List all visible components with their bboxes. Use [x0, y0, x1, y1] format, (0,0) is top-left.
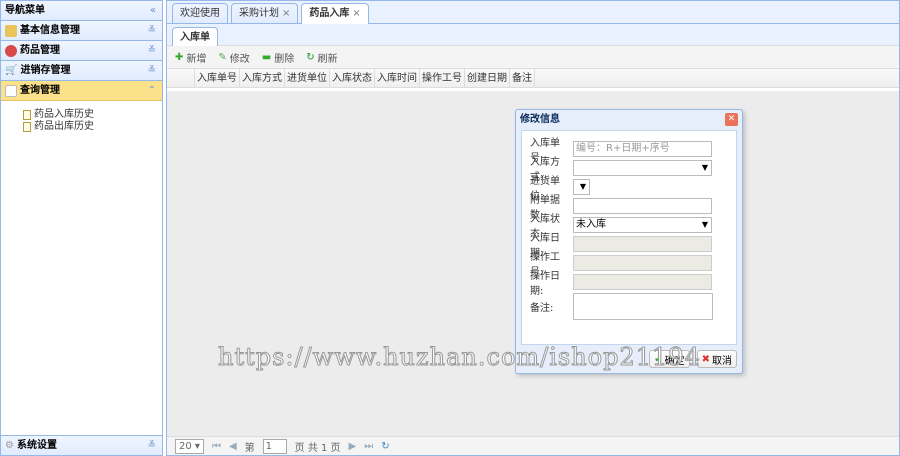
delete-label: 删除 — [274, 53, 295, 65]
dropdown-arrow-icon: ▼ — [701, 163, 708, 172]
section-basic-info[interactable]: 基本信息管理 ≚ — [1, 21, 162, 41]
tab-welcome[interactable]: 欢迎使用 — [172, 3, 228, 23]
cancel-button[interactable]: ✖ 取消 — [696, 350, 737, 368]
plus-icon: ✚ — [175, 51, 184, 63]
refresh-button[interactable]: ↻ 刷新 — [306, 50, 337, 65]
column-header[interactable]: 备注 — [509, 69, 535, 87]
column-header[interactable]: 入库单号 — [194, 69, 239, 87]
next-page-icon[interactable]: ▶ — [349, 441, 357, 452]
edit-label: 修改 — [229, 53, 250, 65]
file-icon — [23, 122, 31, 132]
nav-item-outbound-history[interactable]: 药品出库历史 — [23, 121, 162, 133]
page-icon — [5, 84, 17, 97]
first-page-icon[interactable]: ⏮ — [212, 441, 221, 452]
sidebar-title: 导航菜单 — [5, 4, 45, 16]
field-label: 备注: — [530, 302, 554, 314]
close-icon[interactable]: × — [352, 8, 360, 19]
column-header[interactable]: 入库时间 — [374, 69, 419, 87]
column-header[interactable]: 操作工号 — [419, 69, 464, 87]
tab-label: 欢迎使用 — [180, 8, 220, 19]
tab-label: 采购计划 — [239, 8, 279, 19]
file-icon — [23, 110, 31, 120]
page-input[interactable]: 1 — [262, 438, 287, 454]
pager: 20 ▾ ⏮ ◀ 第 1 页 共 1 页 ▶ ⏭ ↻ — [167, 436, 899, 455]
section-label: 药品管理 — [20, 44, 60, 56]
reload-icon[interactable]: ↻ — [381, 441, 389, 452]
section-label: 进销存管理 — [20, 64, 71, 76]
section-label: 查询管理 — [20, 84, 60, 96]
add-label: 新增 — [186, 53, 207, 65]
operator-id-input — [573, 255, 712, 271]
order-number-input[interactable]: 编号：R+日期+序号 — [573, 141, 712, 157]
attachment-count-input[interactable] — [573, 198, 712, 214]
inbound-status-select[interactable]: 未入库 ▼ — [573, 217, 712, 233]
chevron-down-icon: ≚ — [147, 24, 156, 36]
select-value: 未入库 — [576, 219, 606, 230]
page-size-select[interactable]: 20 ▾ — [175, 438, 204, 454]
chevron-down-icon: ≚ — [147, 44, 156, 56]
cancel-label: 取消 — [712, 355, 732, 367]
field-label: 操作日期: — [530, 271, 560, 297]
column-header[interactable]: 入库状态 — [329, 69, 374, 87]
minus-icon: ▬ — [261, 51, 272, 63]
toolbar: ✚ 新增 ✎ 修改 ▬ 删除 ↻ 刷新 — [167, 46, 899, 68]
check-icon: ✔ — [654, 353, 663, 365]
section-inventory[interactable]: 🛒 进销存管理 ≚ — [1, 61, 162, 81]
dropdown-arrow-icon: ▼ — [579, 182, 586, 191]
section-label: 系统设置 — [16, 439, 57, 451]
section-label: 基本信息管理 — [20, 24, 80, 36]
collapse-sidebar-icon[interactable]: « — [150, 1, 156, 21]
chevron-down-icon: ≚ — [147, 439, 156, 451]
remarks-textarea[interactable] — [573, 292, 713, 320]
ok-button[interactable]: ✔ 确定 — [649, 350, 690, 368]
placeholder: 编号：R+日期+序号 — [576, 143, 670, 154]
edit-button[interactable]: ✎ 修改 — [218, 50, 249, 65]
tab-inbound-order[interactable]: 入库单 — [172, 27, 218, 46]
column-header[interactable]: 进货单位 — [284, 69, 329, 87]
refresh-icon: ↻ — [306, 51, 315, 63]
prev-page-icon[interactable]: ◀ — [229, 441, 237, 452]
chevron-down-icon: ≚ — [147, 64, 156, 76]
sidebar-header: 导航菜单 « — [1, 1, 162, 21]
edit-dialog: 修改信息 ✕ 入库单号: 编号：R+日期+序号 入库方式: ▼ 进货单位: ▼ 附单据数… — [515, 109, 743, 374]
section-query[interactable]: 查询管理 ⌃ — [1, 81, 162, 101]
tab-drug-inbound[interactable]: 药品入库 × — [301, 3, 369, 24]
nav-label: 药品入库历史 — [34, 109, 94, 120]
inbound-method-select[interactable]: ▼ — [573, 160, 712, 176]
operation-date-input — [573, 274, 712, 290]
supplier-select[interactable]: ▼ — [573, 179, 590, 195]
nav-label: 药品出库历史 — [34, 121, 94, 132]
close-icon[interactable]: × — [282, 8, 290, 19]
inbound-date-input — [573, 236, 712, 252]
page-size: 20 — [179, 440, 192, 452]
section-settings[interactable]: ⚙ 系统设置 ≚ — [1, 435, 162, 455]
add-button[interactable]: ✚ 新增 — [175, 50, 206, 65]
nav-item-inbound-history[interactable]: 药品入库历史 — [23, 109, 162, 121]
page-label: 第 — [244, 442, 255, 454]
sidebar: 导航菜单 « 基本信息管理 ≚ 药品管理 ≚ 🛒 进销存管理 ≚ 查询管理 ⌃ 药品入库历史… — [0, 0, 163, 456]
dialog-title: 修改信息 — [520, 114, 560, 125]
column-header[interactable]: 创建日期 — [464, 69, 509, 87]
gear-icon: ⚙ — [5, 439, 14, 451]
last-page-icon[interactable]: ⏭ — [364, 441, 373, 452]
refresh-label: 刷新 — [317, 53, 338, 65]
pill-icon — [5, 44, 17, 57]
dropdown-arrow-icon: ▼ — [701, 220, 708, 229]
info-icon — [5, 24, 17, 37]
column-header[interactable]: 入库方式 — [239, 69, 284, 87]
chevron-up-icon: ⌃ — [147, 84, 156, 96]
cross-icon: ✖ — [701, 353, 710, 365]
cart-icon: 🛒 — [5, 64, 18, 76]
section-drug[interactable]: 药品管理 ≚ — [1, 41, 162, 61]
delete-button[interactable]: ▬ 删除 — [262, 50, 294, 65]
tab-bar: 欢迎使用 采购计划 × 药品入库 × — [167, 1, 899, 24]
tab-purchase-plan[interactable]: 采购计划 × — [231, 3, 299, 23]
tab-label: 药品入库 — [309, 8, 350, 19]
page-total: 页 共 1 页 — [294, 442, 341, 454]
close-icon[interactable]: ✕ — [725, 113, 738, 126]
ok-label: 确定 — [664, 355, 685, 367]
grid-header: 入库单号 入库方式 进货单位 入库状态 入库时间 操作工号 创建日期 备注 — [167, 68, 899, 88]
pencil-icon: ✎ — [218, 51, 227, 63]
